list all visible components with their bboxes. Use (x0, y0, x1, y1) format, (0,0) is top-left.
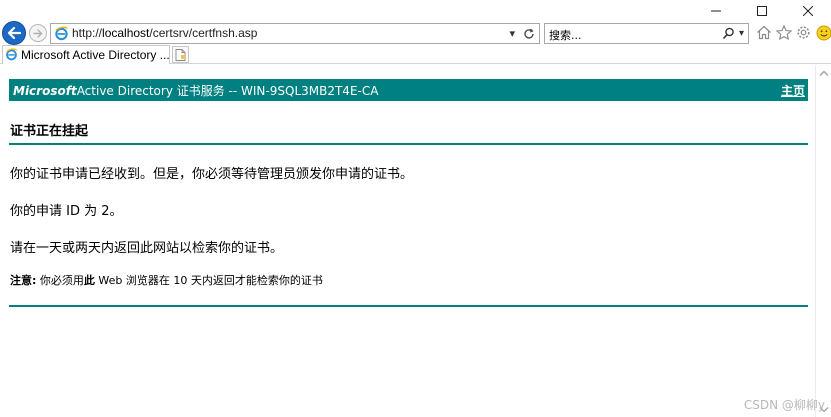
message-received: 你的证书申请已经收到。但是，你必须等待管理员颁发你申请的证书。 (10, 167, 414, 182)
close-window-button[interactable] (785, 0, 831, 22)
arrow-left-icon (7, 27, 21, 39)
minimize-icon (711, 10, 721, 12)
search-box[interactable]: 搜索... ▾ (544, 23, 749, 44)
note-text: 注意: 你必须用此 Web 浏览器在 10 天内返回才能检索你的证书 (9, 272, 808, 288)
header-bar: Microsoft Active Directory 证书服务 -- WIN-9… (9, 79, 808, 101)
tab-certsrv[interactable]: Microsoft Active Directory ... × (2, 45, 185, 65)
home-link[interactable]: 主页 (781, 82, 805, 99)
refresh-icon[interactable] (523, 28, 535, 40)
tab-bar: Microsoft Active Directory ... × (0, 45, 831, 64)
scroll-up-icon[interactable] (819, 70, 829, 76)
search-dropdown-icon[interactable]: ▾ (739, 28, 744, 39)
brand-logo: Microsoft (13, 83, 77, 98)
forward-button[interactable] (29, 24, 47, 42)
favorites-star-icon[interactable] (775, 24, 792, 41)
arrow-right-icon (33, 28, 43, 38)
page-title: 证书正在挂起 (10, 124, 89, 139)
minimize-button[interactable] (693, 0, 739, 22)
home-icon[interactable] (755, 24, 772, 41)
address-url: http://localhost/certsrv/certfnsh.asp (72, 26, 257, 40)
search-input[interactable]: 搜索... (549, 27, 582, 43)
gear-icon[interactable] (795, 24, 812, 41)
address-bar[interactable]: http://localhost/certsrv/certfnsh.asp ▾ (50, 23, 540, 44)
note-label: 注意: (10, 274, 37, 287)
watermark: CSDN @柳柳y (743, 398, 825, 412)
maximize-icon (757, 6, 767, 16)
url-scheme: http:// (72, 26, 103, 40)
note-bold: 此 (83, 274, 95, 287)
request-id: 你的申请 ID 为 2。 (10, 204, 123, 219)
smiley-feedback-icon[interactable] (815, 24, 831, 41)
window-controls (693, 0, 831, 22)
new-tab-button[interactable] (172, 46, 189, 63)
return-instructions: 请在一天或两天内返回此网站以检索你的证书。 (10, 241, 284, 256)
back-button[interactable] (2, 21, 26, 45)
search-icon[interactable] (722, 27, 735, 40)
note-post: Web 浏览器在 10 天内返回才能检索你的证书 (94, 274, 323, 287)
ie-page-icon (54, 26, 69, 45)
maximize-button[interactable] (739, 0, 785, 22)
note-pre: 你必须用 (36, 274, 84, 287)
url-path: /certsrv/certfnsh.asp (149, 26, 258, 40)
new-tab-icon (175, 48, 186, 61)
navigation-bar: http://localhost/certsrv/certfnsh.asp ▾ … (0, 21, 831, 45)
service-title: Active Directory 证书服务 -- WIN-9SQL3MB2T4E… (76, 83, 379, 98)
vertical-scrollbar[interactable] (815, 65, 831, 417)
bottom-divider (9, 305, 808, 307)
close-icon (803, 6, 813, 16)
page-content: Microsoft Active Directory 证书服务 -- WIN-9… (9, 79, 808, 307)
tab-title: Microsoft Active Directory ... (21, 48, 170, 62)
toolbar-icons (755, 24, 831, 41)
page-viewport: Microsoft Active Directory 证书服务 -- WIN-9… (0, 65, 831, 417)
url-host: localhost (102, 26, 150, 40)
address-dropdown-icon[interactable]: ▾ (509, 27, 515, 40)
divider (9, 143, 808, 145)
ie-tab-icon (5, 46, 18, 65)
